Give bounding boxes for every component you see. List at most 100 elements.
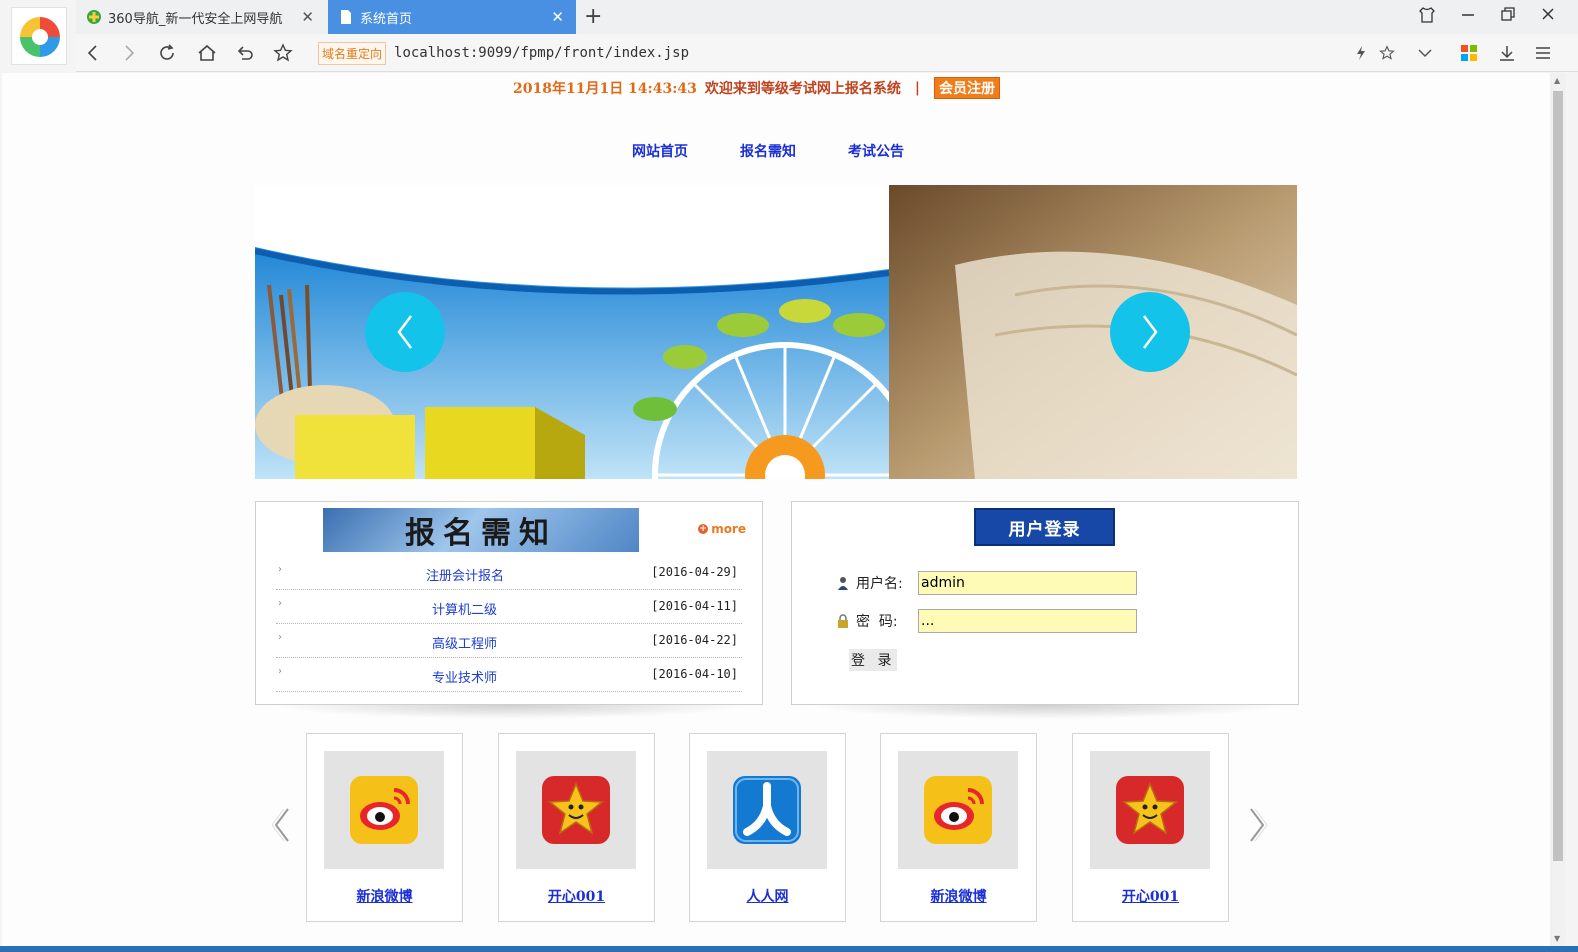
username-input[interactable] xyxy=(918,571,1137,595)
notice-date: [2016-04-29] xyxy=(651,565,738,579)
login-button[interactable]: 登 录 xyxy=(849,649,898,671)
lock-icon xyxy=(836,614,850,628)
download-icon[interactable] xyxy=(1494,40,1520,66)
login-title: 用户登录 xyxy=(974,508,1115,546)
arrow-bullet-icon: › xyxy=(278,598,282,609)
current-datetime: 2018年11月1日 14:43:43 xyxy=(513,81,697,97)
link-thumb xyxy=(324,751,444,869)
nav-home[interactable]: 网站首页 xyxy=(632,141,688,161)
link-name[interactable]: 人人网 xyxy=(690,886,845,906)
password-label: 密 码: xyxy=(856,614,898,630)
close-window-icon[interactable] xyxy=(1540,6,1556,26)
login-panel-shadow xyxy=(806,705,1286,719)
username-label: 用户名: xyxy=(856,576,903,592)
weibo-icon xyxy=(924,776,992,844)
tab-label: 系统首页 xyxy=(360,11,413,27)
link-card[interactable]: 开心001 xyxy=(498,733,655,922)
nav-registration-notice[interactable]: 报名需知 xyxy=(740,141,796,161)
tab-system-home[interactable]: 系统首页 ✕ xyxy=(328,0,576,34)
address-bar[interactable]: 域名重定向 localhost:9099/fpmp/front/index.js… xyxy=(318,39,1338,67)
link-name[interactable]: 开心001 xyxy=(1073,886,1228,906)
forward-icon[interactable] xyxy=(116,40,142,66)
chevron-right-icon xyxy=(1250,808,1267,842)
login-panel: 用户登录 用户名: 密 码: 登 录 xyxy=(791,501,1299,705)
restore-icon[interactable] xyxy=(1500,6,1516,26)
tab-label: 360导航_新一代安全上网导航 xyxy=(108,11,283,27)
link-name[interactable]: 新浪微博 xyxy=(881,886,1036,906)
username-row: 用户名: xyxy=(836,571,1137,595)
new-tab-button[interactable]: + xyxy=(584,4,602,29)
tab-strip: 360导航_新一代安全上网导航 ✕ 系统首页 ✕ + xyxy=(76,0,1578,34)
user-icon xyxy=(836,576,850,590)
top-bar: 2018年11月1日 14:43:43 欢迎来到等级考试网上报名系统 | 会员注… xyxy=(513,77,1000,99)
arrow-bullet-icon: › xyxy=(278,666,282,677)
menu-icon[interactable] xyxy=(1530,40,1556,66)
link-name[interactable]: 新浪微博 xyxy=(307,886,462,906)
360-shield-icon xyxy=(86,9,102,25)
chevron-right-icon xyxy=(1143,315,1158,349)
password-row: 密 码: xyxy=(836,609,1137,633)
more-label: more xyxy=(711,522,746,536)
chevron-left-icon xyxy=(397,315,412,349)
favorite-star-icon[interactable] xyxy=(270,40,296,66)
browser-logo[interactable] xyxy=(11,7,67,65)
nav-exam-announcement[interactable]: 考试公告 xyxy=(848,141,904,161)
links-next-button[interactable] xyxy=(1242,805,1272,845)
skin-icon[interactable] xyxy=(1418,6,1436,28)
vertical-scrollbar[interactable]: ▲ ▼ xyxy=(1550,73,1566,946)
kaixin-icon xyxy=(542,776,610,844)
notice-title-link[interactable]: 高级工程师 xyxy=(432,633,497,652)
link-name[interactable]: 开心001 xyxy=(499,886,654,906)
scroll-thumb[interactable] xyxy=(1553,91,1563,861)
notice-title-link[interactable]: 注册会计报名 xyxy=(426,565,504,584)
page-icon xyxy=(338,9,354,25)
tab-360-nav[interactable]: 360导航_新一代安全上网导航 ✕ xyxy=(76,0,326,34)
apps-grid-icon[interactable] xyxy=(1456,40,1482,66)
arrow-bullet-icon: › xyxy=(278,632,282,643)
notice-list: › 注册会计报名 [2016-04-29] › 计算机二级 [2016-04-1… xyxy=(276,556,742,692)
banner-carousel xyxy=(255,185,1297,479)
close-tab-icon[interactable]: ✕ xyxy=(301,8,314,26)
scroll-down-icon[interactable]: ▼ xyxy=(1554,934,1560,943)
notice-date: [2016-04-22] xyxy=(651,633,738,647)
carousel-prev-button[interactable] xyxy=(365,292,445,372)
link-thumb xyxy=(516,751,636,869)
separator: | xyxy=(914,80,920,96)
links-carousel: 新浪微博 开心001 人人网 新浪微博 开心001 xyxy=(255,733,1297,923)
lightning-icon[interactable] xyxy=(1348,40,1374,66)
notice-item: › 注册会计报名 [2016-04-29] xyxy=(276,556,742,590)
notice-title-link[interactable]: 计算机二级 xyxy=(432,599,497,618)
more-link[interactable]: + more xyxy=(698,522,746,536)
browser-logo-icon xyxy=(20,17,60,57)
register-button[interactable]: 会员注册 xyxy=(933,77,1000,99)
home-icon[interactable] xyxy=(194,40,220,66)
browser-window: 360导航_新一代安全上网导航 ✕ 系统首页 ✕ + 域名重定向 localho… xyxy=(0,0,1578,946)
link-card[interactable]: 新浪微博 xyxy=(880,733,1037,922)
notice-date: [2016-04-10] xyxy=(651,667,738,681)
url-text[interactable]: localhost:9099/fpmp/front/index.jsp xyxy=(394,45,689,61)
minimize-icon[interactable] xyxy=(1460,6,1476,26)
refresh-icon[interactable] xyxy=(154,40,180,66)
web-page: 2018年11月1日 14:43:43 欢迎来到等级考试网上报名系统 | 会员注… xyxy=(2,73,1550,946)
close-tab-icon[interactable]: ✕ xyxy=(551,8,564,26)
notice-item: › 计算机二级 [2016-04-11] xyxy=(276,590,742,624)
weibo-icon xyxy=(350,776,418,844)
kaixin-icon xyxy=(1116,776,1184,844)
link-card[interactable]: 开心001 xyxy=(1072,733,1229,922)
notice-item: › 高级工程师 [2016-04-22] xyxy=(276,624,742,658)
arrow-bullet-icon: › xyxy=(278,564,282,575)
carousel-next-button[interactable] xyxy=(1110,292,1190,372)
domain-redirect-badge[interactable]: 域名重定向 xyxy=(318,41,387,65)
notice-title-link[interactable]: 专业技术师 xyxy=(432,667,497,686)
undo-icon[interactable] xyxy=(232,40,258,66)
links-prev-button[interactable] xyxy=(267,805,297,845)
welcome-text: 欢迎来到等级考试网上报名系统 xyxy=(704,81,901,97)
scroll-up-icon[interactable]: ▲ xyxy=(1554,76,1560,85)
bookmark-star-icon[interactable] xyxy=(1374,40,1400,66)
link-card[interactable]: 新浪微博 xyxy=(306,733,463,922)
password-input[interactable] xyxy=(918,609,1137,633)
back-icon[interactable] xyxy=(80,40,106,66)
link-card[interactable]: 人人网 xyxy=(689,733,846,922)
chevron-down-icon[interactable] xyxy=(1412,40,1438,66)
renren-icon xyxy=(733,776,801,844)
